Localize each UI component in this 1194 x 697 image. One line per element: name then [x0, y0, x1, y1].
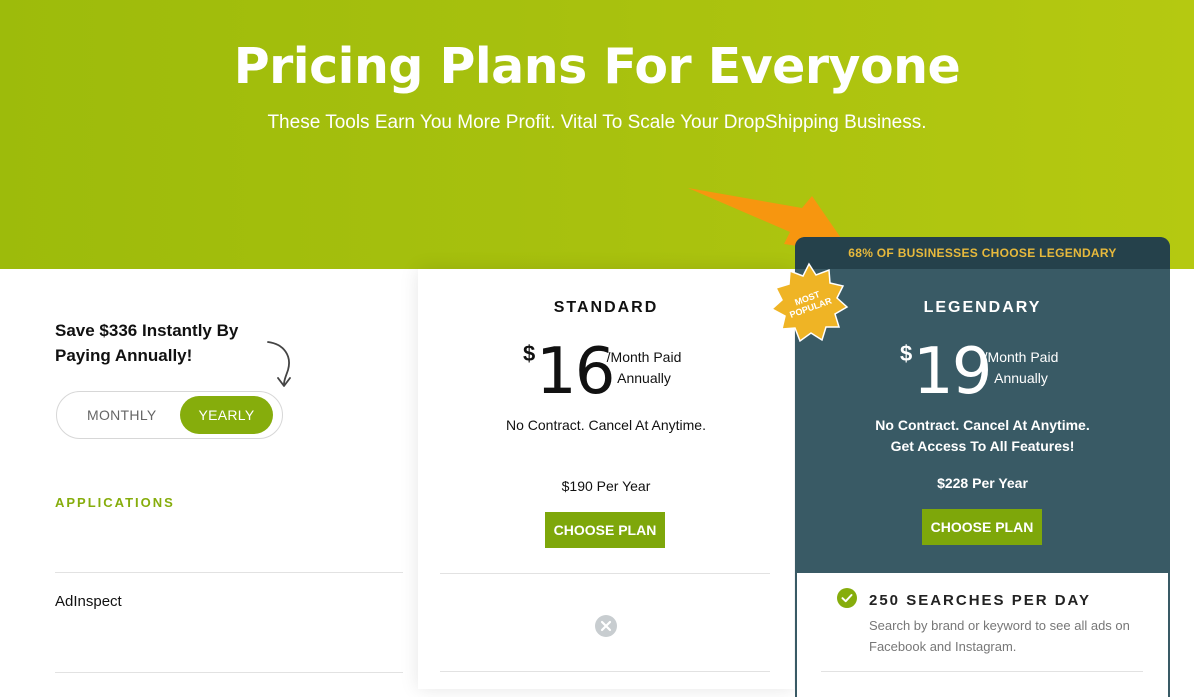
price-currency: $: [900, 341, 913, 366]
price-amount: 19: [913, 335, 992, 409]
access-text: Get Access To All Features!: [890, 438, 1075, 454]
hero-section: Pricing Plans For Everyone These Tools E…: [0, 0, 1194, 269]
price-period-line1: /Month Paid: [983, 349, 1059, 365]
feature-title: 250 SEARCHES PER DAY: [869, 592, 1092, 609]
price-period-line1: /Month Paid: [606, 349, 682, 365]
price-period: /Month Paid Annually: [604, 347, 684, 389]
row-divider: [55, 672, 403, 673]
card-divider: [821, 671, 1143, 672]
per-year-text: $228 Per Year: [937, 475, 1028, 491]
page-title: Pricing Plans For Everyone: [233, 38, 961, 95]
contract-text: No Contract. Cancel At Anytime.: [506, 417, 706, 433]
monthly-option[interactable]: MONTHLY: [87, 392, 157, 438]
plan-name: STANDARD: [553, 299, 659, 316]
card-divider: [440, 671, 770, 672]
plan-card-standard: STANDARD $ 16 /Month Paid Annually No Co…: [418, 269, 794, 689]
most-popular-badge: MOST POPULAR: [768, 262, 850, 344]
price-block: $ 16 /Month Paid Annually: [418, 335, 794, 409]
per-year-text: $190 Per Year: [561, 478, 651, 494]
price-amount: 16: [536, 335, 615, 409]
choose-plan-button[interactable]: CHOOSE PLAN: [545, 512, 665, 548]
contract-text: No Contract. Cancel At Anytime.: [875, 417, 1090, 433]
x-circle-icon: [595, 615, 617, 637]
page-subtitle: These Tools Earn You More Profit. Vital …: [267, 112, 927, 133]
card-divider: [440, 573, 770, 574]
row-divider: [55, 572, 403, 573]
price-period-line2: Annually: [617, 370, 671, 386]
feature-name-adinspect: AdInspect: [55, 593, 122, 610]
feature-list: 250 SEARCHES PER DAY Search by brand or …: [797, 573, 1168, 697]
billing-toggle[interactable]: MONTHLY YEARLY: [56, 391, 283, 439]
annual-savings-text: Save $336 Instantly By Paying Annually!: [55, 321, 239, 365]
check-circle-icon: [837, 588, 857, 608]
price-period-line2: Annually: [994, 370, 1048, 386]
curly-arrow-icon: [267, 341, 291, 387]
feature-description: Search by brand or keyword to see all ad…: [869, 618, 1130, 654]
popularity-banner: 68% OF BUSINESSES CHOOSE LEGENDARY: [795, 237, 1170, 269]
choose-plan-button[interactable]: CHOOSE PLAN: [922, 509, 1042, 545]
price-block: $ 19 /Month Paid Annually: [795, 335, 1170, 409]
price-currency: $: [523, 341, 536, 366]
yearly-option[interactable]: YEARLY: [180, 396, 273, 434]
applications-heading: APPLICATIONS: [55, 495, 175, 510]
price-period: /Month Paid Annually: [981, 347, 1061, 389]
